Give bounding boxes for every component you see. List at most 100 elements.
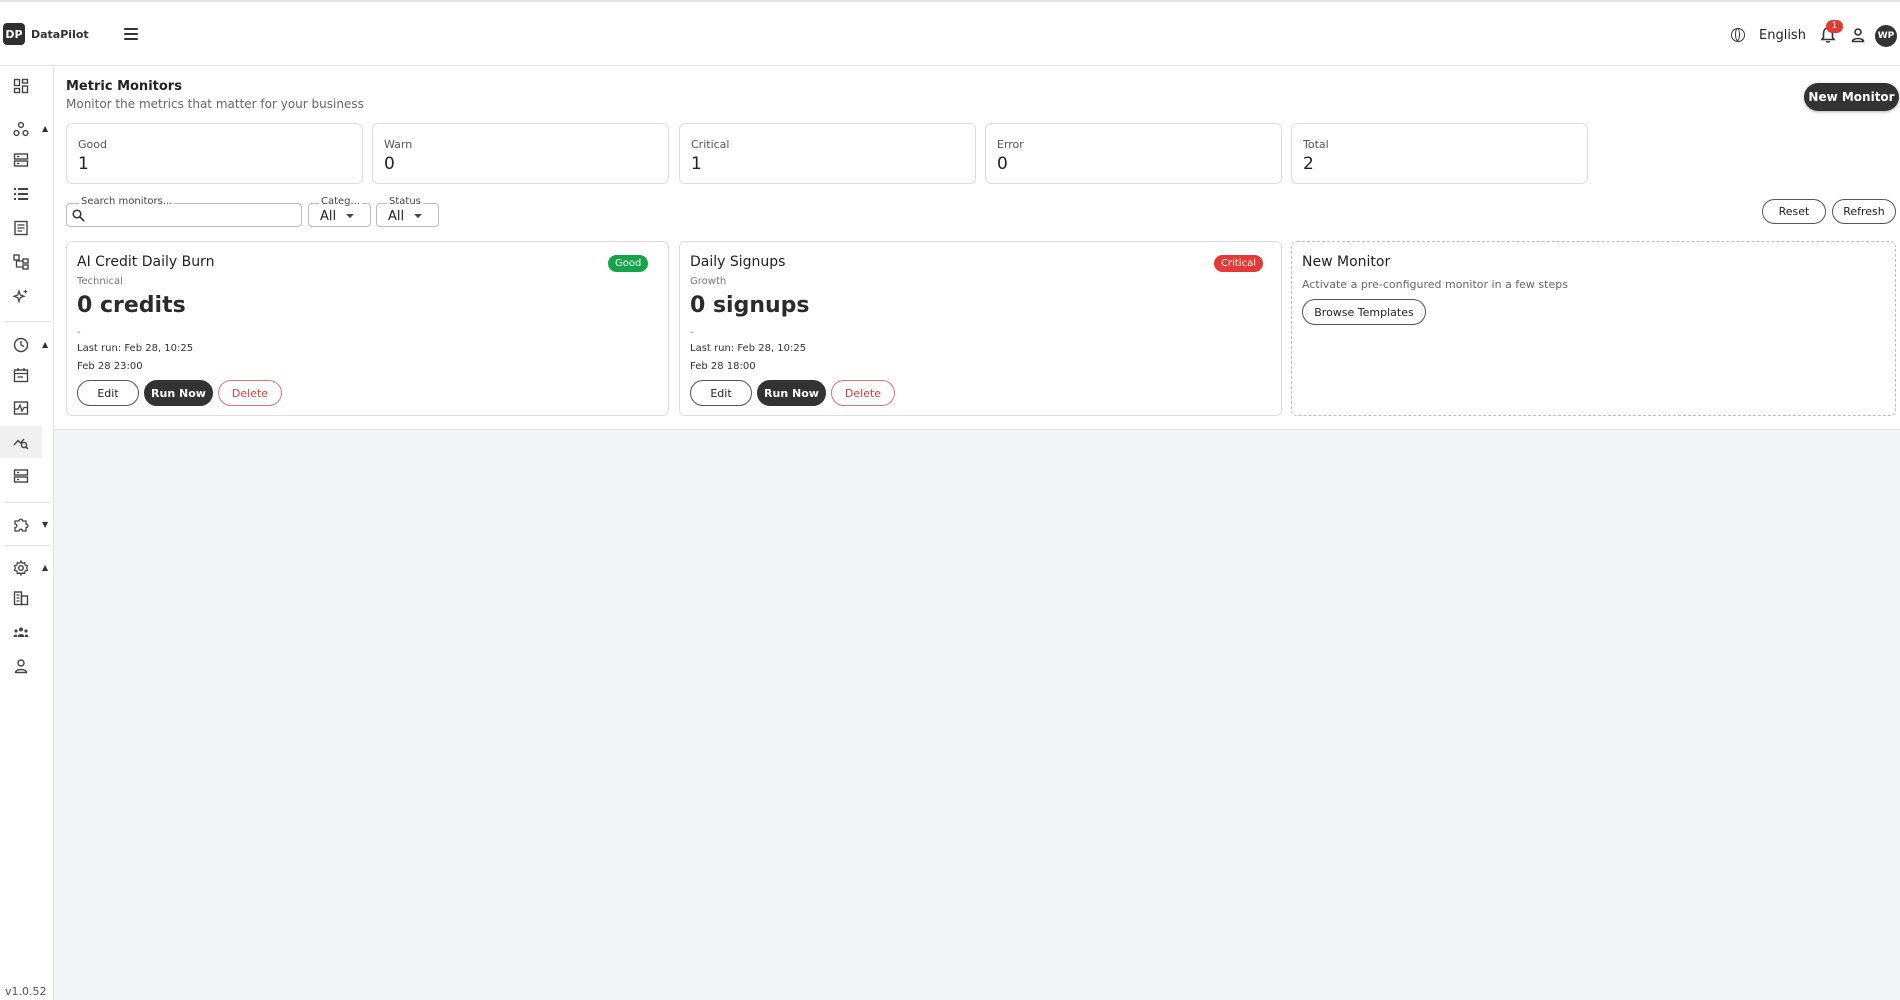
run-now-button[interactable]: Run Now [757, 380, 826, 406]
section-collapse-icon[interactable]: ▼ [42, 521, 50, 529]
sidebar-item-ai[interactable] [0, 280, 42, 312]
database-icon [13, 153, 29, 167]
sidebar-item-profile[interactable] [0, 650, 42, 682]
sidebar-item-database[interactable] [0, 144, 42, 176]
sidebar-item-documents[interactable] [0, 212, 42, 244]
stat-label: Total [1303, 138, 1329, 151]
chevron-down-icon [346, 214, 354, 218]
stat-card-good: Good 1 [66, 123, 363, 184]
stat-value: 1 [78, 154, 89, 174]
monitor-last-run: Last run: Feb 28, 10:25 [77, 343, 194, 354]
sparkles-icon [13, 288, 28, 304]
connections-icon [13, 121, 29, 137]
category-select[interactable]: Categ... All [308, 196, 371, 227]
reset-button[interactable]: Reset [1762, 199, 1826, 224]
stat-card-warn: Warn 0 [372, 123, 669, 184]
new-monitor-template-card: New Monitor Activate a pre-configured mo… [1291, 241, 1896, 416]
sidebar-item-history[interactable] [0, 329, 42, 361]
monitor-change: - [77, 327, 81, 338]
sidebar-item-settings[interactable] [0, 552, 42, 584]
edit-button[interactable]: Edit [77, 380, 139, 406]
sidebar-item-servers[interactable] [0, 460, 42, 492]
edit-button[interactable]: Edit [690, 380, 752, 406]
page-title: Metric Monitors [66, 79, 182, 94]
dashboard-icon [13, 78, 29, 94]
monitor-next-run: Feb 28 23:00 [77, 361, 143, 372]
refresh-button[interactable]: Refresh [1832, 199, 1896, 224]
monitor-last-run: Last run: Feb 28, 10:25 [690, 343, 807, 354]
stat-label: Warn [384, 138, 413, 151]
stat-card-error: Error 0 [985, 123, 1282, 184]
calendar-icon [13, 368, 29, 383]
stat-label: Critical [691, 138, 730, 151]
language-label: English [1759, 27, 1806, 43]
monitor-name: Daily Signups [690, 254, 786, 270]
brand-logo-icon: DP [3, 23, 25, 45]
clock-icon [13, 337, 29, 353]
language-selector[interactable]: English [1731, 25, 1806, 45]
activity-icon [13, 401, 29, 415]
run-now-button[interactable]: Run Now [144, 380, 213, 406]
page-subtitle: Monitor the metrics that matter for your… [66, 97, 364, 111]
new-monitor-button[interactable]: New Monitor [1804, 83, 1899, 111]
status-badge: Good [608, 255, 649, 272]
monitor-next-run: Feb 28 18:00 [690, 361, 756, 372]
sidebar-item-integrations[interactable] [0, 509, 42, 541]
stat-value: 0 [384, 154, 395, 174]
sidebar-item-team[interactable] [0, 616, 42, 648]
delete-button[interactable]: Delete [218, 380, 282, 406]
monitor-card[interactable]: AI Credit Daily Burn Good Technical 0 cr… [66, 241, 669, 416]
user-icon[interactable] [1850, 27, 1866, 43]
monitor-change: - [690, 327, 694, 338]
monitor-category: Growth [690, 276, 727, 287]
status-select[interactable]: Status All [376, 196, 439, 227]
user-icon [14, 659, 28, 674]
chevron-down-icon [414, 214, 422, 218]
monitor-name: AI Credit Daily Burn [77, 254, 215, 270]
avatar[interactable]: WP [1875, 25, 1897, 47]
search-label: Search monitors... [79, 196, 175, 207]
brand[interactable]: DP DataPilot [3, 22, 89, 46]
stat-card-critical: Critical 1 [679, 123, 976, 184]
status-badge: Critical [1214, 255, 1263, 272]
delete-button[interactable]: Delete [831, 380, 895, 406]
brand-name: DataPilot [31, 27, 89, 41]
section-expand-icon[interactable]: ▲ [42, 341, 50, 349]
sidebar-item-organization[interactable] [0, 582, 42, 614]
stat-value: 1 [691, 154, 702, 174]
sidebar-item-workflow[interactable] [0, 246, 42, 278]
puzzle-icon [14, 518, 29, 532]
sidebar: ▲ ▲ ▼ ▲ [0, 66, 54, 1000]
stat-card-total: Total 2 [1291, 123, 1588, 184]
search-icon [72, 209, 85, 222]
document-icon [14, 220, 28, 236]
category-label: Categ... [319, 196, 363, 207]
browse-templates-button[interactable]: Browse Templates [1302, 299, 1426, 325]
template-card-title: New Monitor [1302, 254, 1391, 270]
sidebar-item-connections[interactable] [0, 113, 42, 145]
content-background [54, 430, 1900, 1000]
sidebar-divider [4, 502, 50, 503]
search-input[interactable]: Search monitors... [66, 196, 302, 227]
menu-toggle-icon[interactable] [123, 26, 139, 42]
sidebar-item-activity[interactable] [0, 392, 42, 424]
section-expand-icon[interactable]: ▲ [42, 564, 50, 572]
globe-icon [1731, 28, 1745, 42]
sidebar-item-dashboard[interactable] [0, 70, 42, 102]
section-expand-icon[interactable]: ▲ [42, 125, 50, 133]
sidebar-item-list[interactable] [0, 178, 42, 210]
server-icon [13, 469, 29, 483]
category-value: All [320, 209, 337, 224]
sidebar-item-metric-monitors[interactable] [0, 426, 42, 458]
stat-value: 2 [1303, 154, 1314, 174]
stat-value: 0 [997, 154, 1008, 174]
list-icon [14, 188, 28, 200]
sidebar-divider [4, 545, 50, 546]
monitor-card[interactable]: Daily Signups Critical Growth 0 signups … [679, 241, 1282, 416]
app-version: v1.0.52 [5, 985, 47, 998]
monitor-value: 0 signups [690, 293, 810, 318]
sidebar-item-schedule[interactable] [0, 359, 42, 391]
workflow-icon [13, 254, 29, 270]
top-bar: DP DataPilot English 1 WP [0, 0, 1900, 66]
monitor-category: Technical [77, 276, 123, 287]
